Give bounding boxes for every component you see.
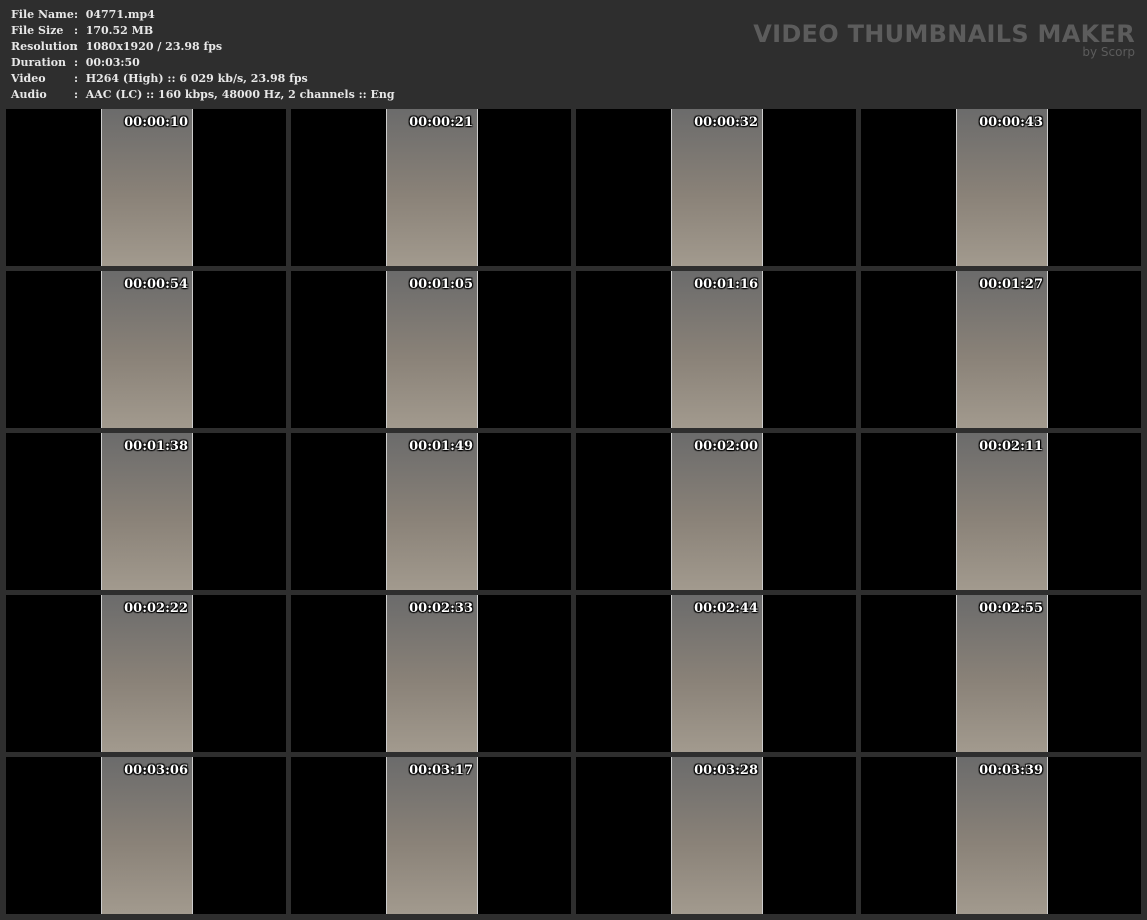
timestamp: 00:01:16	[694, 277, 758, 292]
thumbnail-cell: 00:02:00	[576, 433, 856, 590]
thumbnail-frame	[386, 595, 478, 752]
thumbnail-frame	[671, 757, 763, 914]
thumbnail-cell: 00:00:10	[6, 109, 286, 266]
info-label: Duration	[11, 56, 67, 69]
thumbnail-cell: 00:00:32	[576, 109, 856, 266]
thumbnail-cell: 00:03:28	[576, 757, 856, 914]
info-label: Video	[11, 72, 46, 85]
thumbnail-cell: 00:02:55	[861, 595, 1141, 752]
thumbnail-grid: 00:00:10 00:00:21 00:00:32 00:00:43 00:00:54…	[6, 109, 1141, 914]
info-value: : AAC (LC) :: 160 kbps, 48000 Hz, 2 chan…	[74, 88, 395, 101]
timestamp: 00:02:11	[979, 439, 1043, 454]
thumbnail-frame	[671, 271, 763, 428]
timestamp: 00:01:38	[124, 439, 188, 454]
thumbnail-cell: 00:01:27	[861, 271, 1141, 428]
thumbnail-cell: 00:02:33	[291, 595, 571, 752]
info-row: Duration : 00:03:50	[11, 55, 395, 71]
timestamp: 00:03:06	[124, 763, 188, 778]
thumbnail-cell: 00:02:11	[861, 433, 1141, 590]
timestamp: 00:03:17	[409, 763, 473, 778]
thumbnail-cell: 00:00:43	[861, 109, 1141, 266]
thumbnail-frame	[671, 433, 763, 590]
thumbnail-frame	[671, 109, 763, 266]
info-value: : 1080x1920 / 23.98 fps	[74, 40, 223, 53]
thumbnail-cell: 00:01:49	[291, 433, 571, 590]
info-label: File Name	[11, 8, 74, 21]
thumbnail-cell: 00:03:39	[861, 757, 1141, 914]
timestamp: 00:01:49	[409, 439, 473, 454]
thumbnail-frame	[386, 109, 478, 266]
app-logo: VIDEO THUMBNAILS MAKER by Scorp	[753, 20, 1135, 59]
timestamp: 00:02:44	[694, 601, 758, 616]
timestamp: 00:02:33	[409, 601, 473, 616]
info-row: File Name: 04771.mp4	[11, 7, 395, 23]
timestamp: 00:01:05	[409, 277, 473, 292]
thumbnail-cell: 00:01:16	[576, 271, 856, 428]
timestamp: 00:00:43	[979, 115, 1043, 130]
thumbnail-cell: 00:03:17	[291, 757, 571, 914]
thumbnail-frame	[956, 109, 1048, 266]
thumbnail-cell: 00:02:22	[6, 595, 286, 752]
timestamp: 00:03:28	[694, 763, 758, 778]
thumbnail-cell: 00:00:21	[291, 109, 571, 266]
timestamp: 00:03:39	[979, 763, 1043, 778]
thumbnail-frame	[956, 595, 1048, 752]
timestamp: 00:00:54	[124, 277, 188, 292]
info-row: File Size : 170.52 MB	[11, 23, 395, 39]
file-info: File Name: 04771.mp4 File Size: 170.52 MB…	[11, 7, 395, 103]
thumbnail-frame	[101, 433, 193, 590]
info-value: : H264 (High) :: 6 029 kb/s, 23.98 fps	[74, 72, 308, 85]
timestamp: 00:02:00	[694, 439, 758, 454]
thumbnail-cell: 00:00:54	[6, 271, 286, 428]
timestamp: 00:02:55	[979, 601, 1043, 616]
timestamp: 00:02:22	[124, 601, 188, 616]
info-value: : 170.52 MB	[74, 24, 154, 37]
thumbnail-cell: 00:01:05	[291, 271, 571, 428]
thumbnail-cell: 00:02:44	[576, 595, 856, 752]
thumbnail-frame	[956, 433, 1048, 590]
info-row: Resolution: 1080x1920 / 23.98 fps	[11, 39, 395, 55]
timestamp: 00:00:32	[694, 115, 758, 130]
logo-title: VIDEO THUMBNAILS MAKER	[753, 20, 1135, 48]
info-label: Audio	[11, 88, 47, 101]
info-row: Audio : AAC (LC) :: 160 kbps, 48000 Hz, 2…	[11, 87, 395, 103]
info-label: Resolution	[11, 40, 78, 53]
thumbnail-cell: 00:03:06	[6, 757, 286, 914]
thumbnail-frame	[101, 595, 193, 752]
timestamp: 00:01:27	[979, 277, 1043, 292]
thumbnail-frame	[671, 595, 763, 752]
thumbnail-frame	[956, 271, 1048, 428]
timestamp: 00:00:10	[124, 115, 188, 130]
thumbnail-frame	[386, 757, 478, 914]
thumbnail-frame	[101, 757, 193, 914]
thumbnail-cell: 00:01:38	[6, 433, 286, 590]
info-value: : 04771.mp4	[74, 8, 155, 21]
thumbnail-frame	[101, 271, 193, 428]
info-label: File Size	[11, 24, 64, 37]
info-value: : 00:03:50	[74, 56, 140, 69]
thumbnail-frame	[386, 433, 478, 590]
thumbnail-frame	[956, 757, 1048, 914]
thumbnail-frame	[386, 271, 478, 428]
thumbnail-frame	[101, 109, 193, 266]
info-row: Video : H264 (High) :: 6 029 kb/s, 23.98 …	[11, 71, 395, 87]
timestamp: 00:00:21	[409, 115, 473, 130]
